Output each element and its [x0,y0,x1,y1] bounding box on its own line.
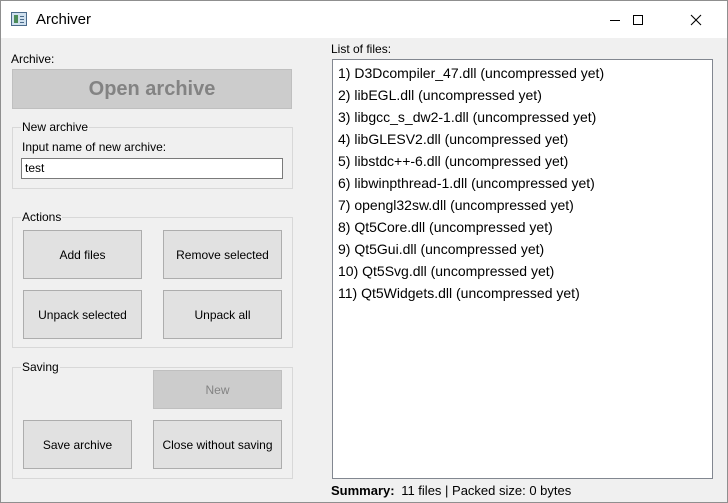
list-item[interactable]: 2) libEGL.dll (uncompressed yet) [338,84,542,106]
archiver-window: Archiver Archive: Open archive New archi… [0,0,728,503]
close-button[interactable] [673,1,719,38]
save-archive-button[interactable]: Save archive [23,420,132,469]
list-item[interactable]: 3) libgcc_s_dw2-1.dll (uncompressed yet) [338,106,596,128]
remove-selected-button[interactable]: Remove selected [163,230,282,279]
open-archive-button[interactable]: Open archive [12,69,292,109]
list-item[interactable]: 8) Qt5Core.dll (uncompressed yet) [338,216,553,238]
list-item[interactable]: 9) Qt5Gui.dll (uncompressed yet) [338,238,544,260]
summary-label: Summary: [331,483,395,498]
list-item[interactable]: 6) libwinpthread-1.dll (uncompressed yet… [338,172,595,194]
files-list-label: List of files: [331,42,392,56]
list-item[interactable]: 1) D3Dcompiler_47.dll (uncompressed yet) [338,62,604,84]
title-bar[interactable]: Archiver [1,1,727,38]
new-archive-group-label: New archive [21,120,90,134]
files-list[interactable]: 1) D3Dcompiler_47.dll (uncompressed yet)… [332,59,713,479]
app-icon [11,12,27,26]
new-archive-name-input[interactable]: test [21,158,283,179]
saving-group-label: Saving [21,360,60,374]
new-button[interactable]: New [153,370,282,409]
close-without-saving-button[interactable]: Close without saving [153,420,282,469]
actions-group-label: Actions [21,210,63,224]
new-archive-input-label: Input name of new archive: [22,140,167,154]
maximize-icon [633,14,643,25]
window-title: Archiver [36,11,92,28]
list-item[interactable]: 5) libstdc++-6.dll (uncompressed yet) [338,150,568,172]
maximize-button[interactable] [615,1,661,38]
unpack-all-button[interactable]: Unpack all [163,290,282,339]
summary: Summary: 11 files | Packed size: 0 bytes [331,483,571,498]
list-item[interactable]: 10) Qt5Svg.dll (uncompressed yet) [338,260,554,282]
summary-text: 11 files | Packed size: 0 bytes [401,483,572,498]
list-item[interactable]: 4) libGLESV2.dll (uncompressed yet) [338,128,568,150]
close-icon [690,14,702,25]
list-item[interactable]: 11) Qt5Widgets.dll (uncompressed yet) [338,282,580,304]
list-item[interactable]: 7) opengl32sw.dll (uncompressed yet) [338,194,574,216]
unpack-selected-button[interactable]: Unpack selected [23,290,142,339]
add-files-button[interactable]: Add files [23,230,142,279]
archive-label: Archive: [11,52,55,66]
